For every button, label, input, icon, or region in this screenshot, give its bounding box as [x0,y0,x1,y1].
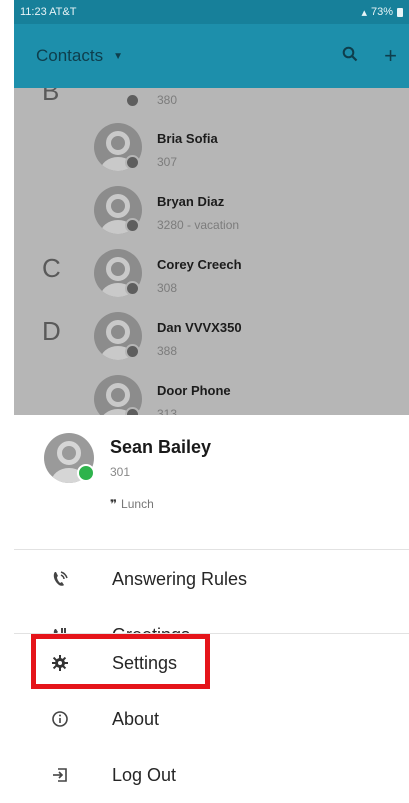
quote-icon: ❞ [110,497,118,511]
app-bar: Contacts ▼ + [14,24,409,88]
profile-header: Sean Bailey 301 ❞ Lunch [14,415,409,549]
section-letter: D [42,316,61,346]
battery-percent: 73% [370,6,393,18]
presence-icon [77,464,95,482]
battery-icon [397,7,403,17]
contact-ext: 313 [157,407,178,415]
contact-ext: 307 [157,155,178,169]
menu-item-about[interactable]: About [14,691,409,747]
presence-icon [125,93,140,108]
menu-item-label: Log Out [112,764,177,785]
status-indicators: ▴ 73% [361,6,403,19]
app-actions: + [342,45,397,67]
profile-status[interactable]: ❞ Lunch [110,497,154,511]
presence-icon [125,218,140,233]
presence-icon [125,407,140,415]
contact-name[interactable]: Door Phone [157,383,231,398]
contact-name[interactable]: Dan VVVX350 [157,320,242,335]
contact-ext: 388 [157,344,178,358]
add-icon[interactable]: + [384,45,397,67]
contact-ext: 380 [157,93,178,107]
menu-item-answering-rules[interactable]: Answering Rules [14,551,409,607]
section-letter: C [42,253,61,283]
contact-ext: 308 [157,281,178,295]
menu-item-label: Answering Rules [112,568,248,589]
info-icon [50,709,70,729]
profile-name: Sean Bailey [110,437,212,457]
profile-status-text: Lunch [121,497,154,511]
contact-ext: 3280 - vacation [157,218,240,232]
status-time-carrier: 11:23 AT&T [20,6,77,18]
status-bar: 11:23 AT&T ▴ 73% [14,0,409,24]
app-title[interactable]: Contacts [36,46,103,66]
contact-name[interactable]: Bria Sofia [157,131,218,146]
signal-icon: ▴ [361,6,367,19]
dropdown-caret-icon[interactable]: ▼ [113,51,123,62]
settings-highlight-box [31,634,210,689]
section-letter: B [42,88,60,106]
presence-icon [125,155,140,170]
divider [14,549,409,550]
contact-name[interactable]: Bryan Diaz [157,194,224,209]
logout-icon [50,765,70,785]
answering-rules-icon [50,569,70,589]
menu-item-label: About [112,708,160,729]
presence-icon [125,281,140,296]
profile-ext: 301 [110,465,131,479]
presence-icon [125,344,140,359]
contacts-list: B 380 Bria Sofia 307 Bryan Diaz 3280 - v… [14,88,409,415]
search-icon[interactable] [342,46,358,67]
contact-name[interactable]: Corey Creech [157,257,242,272]
